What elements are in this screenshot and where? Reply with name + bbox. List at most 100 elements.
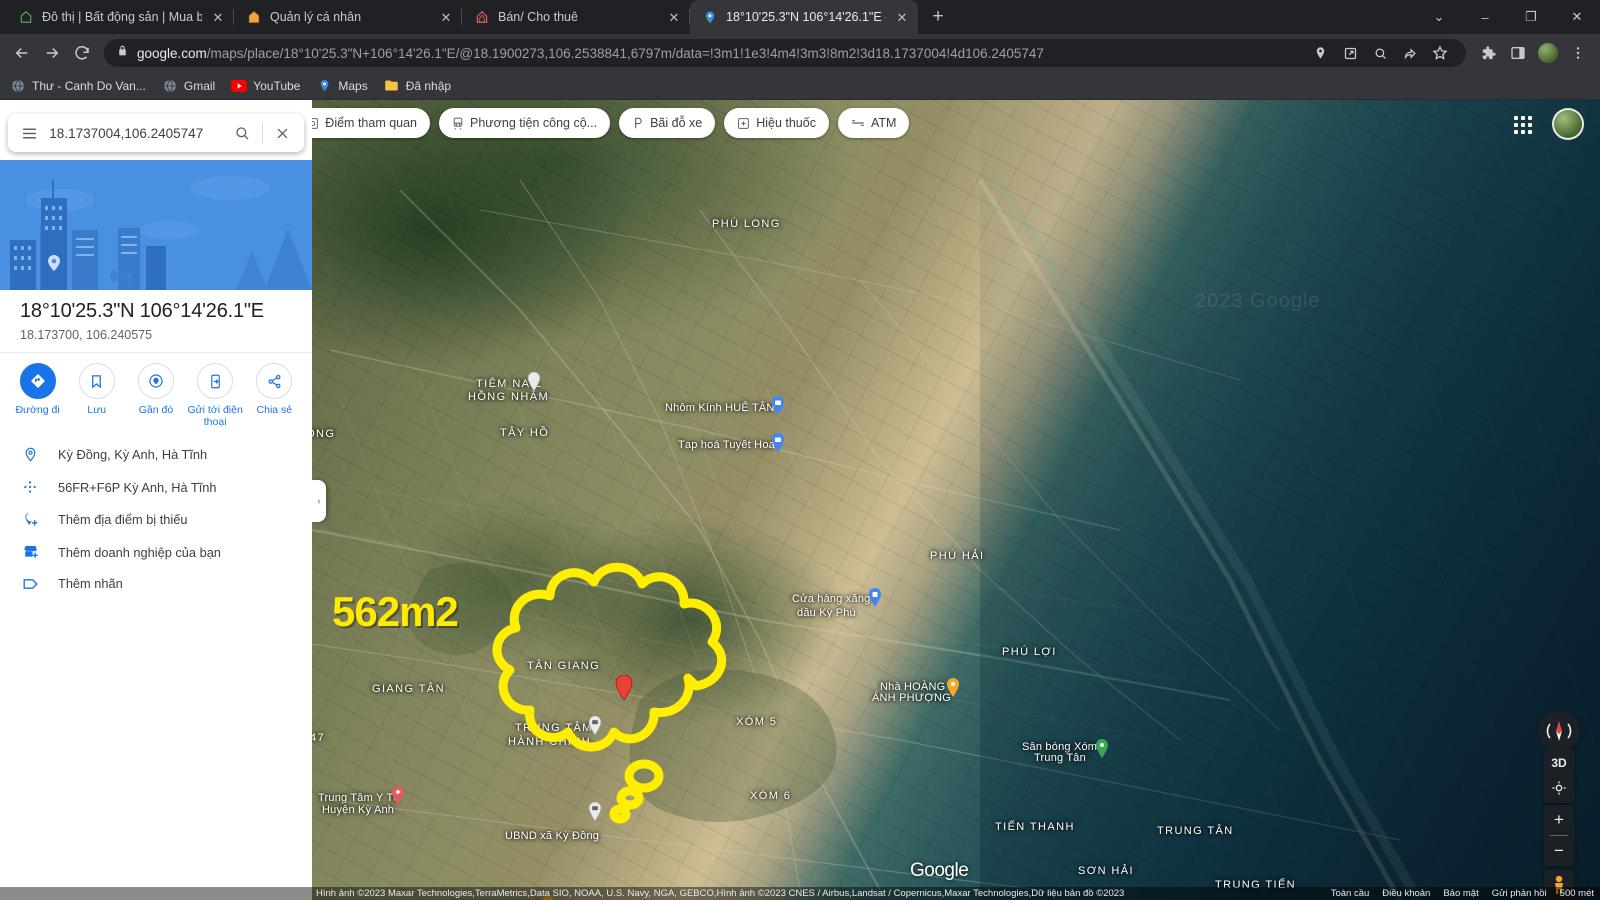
atm-icon [851, 118, 865, 128]
youtube-icon [231, 78, 247, 94]
browser-tab-4[interactable]: 18°10'25.3"N 106°14'26.1"E - Goo ✕ [690, 0, 918, 34]
place-coordinates: 18.173700, 106.240575 [20, 328, 292, 342]
sidebar-collapse-handle[interactable]: ‹ [312, 480, 326, 522]
link-feedback[interactable]: Gửi phản hồi [1492, 888, 1547, 899]
chip-label: ATM [871, 116, 896, 130]
tab-search-icon[interactable]: ⌄ [1416, 0, 1462, 34]
info-row-add-business[interactable]: Thêm doanh nghiệp của bạn [0, 536, 312, 568]
parking-icon [632, 116, 644, 130]
bookmark-icon [79, 363, 115, 399]
new-tab-button[interactable]: + [924, 3, 952, 31]
info-label: Thêm nhãn [58, 576, 123, 591]
bookmark-label: Gmail [184, 79, 215, 93]
close-icon[interactable]: ✕ [666, 9, 682, 25]
chip-transit[interactable]: Phương tiện công cộ... [439, 108, 610, 138]
close-icon[interactable]: ✕ [438, 9, 454, 25]
globe-icon [162, 78, 178, 94]
browser-tab-3[interactable]: Bán/ Cho thuê ✕ [462, 0, 690, 34]
bookmark-star-icon[interactable] [1426, 39, 1454, 67]
place-pin-icon [20, 446, 40, 463]
zoom-out-button[interactable]: − [1544, 836, 1574, 866]
share-icon[interactable] [1396, 39, 1424, 67]
bookmark-item[interactable]: Gmail [162, 78, 215, 94]
google-apps-icon[interactable] [1510, 112, 1536, 138]
info-row-address[interactable]: Kỳ Đồng, Kỳ Anh, Hà Tĩnh [0, 438, 312, 471]
home-red-icon [474, 9, 490, 25]
browser-tab-2[interactable]: Quản lý cá nhân ✕ [234, 0, 462, 34]
nearby-icon [138, 363, 174, 399]
chrome-menu-icon[interactable] [1564, 39, 1592, 67]
action-save[interactable]: Lưu [69, 363, 125, 428]
bookmark-label: Đã nhập [406, 79, 451, 93]
info-row-plus-code[interactable]: 56FR+F6P Kỳ Anh, Hà Tĩnh [0, 471, 312, 503]
clear-search-icon[interactable] [267, 117, 298, 149]
locate-button[interactable] [1544, 773, 1574, 803]
browser-toolbar: google.com/maps/place/18°10'25.3"N+106°1… [0, 34, 1600, 72]
search-icon[interactable] [1366, 39, 1394, 67]
side-panel-icon[interactable] [1504, 39, 1532, 67]
action-nearby[interactable]: Gần đó [128, 363, 184, 428]
minimize-button[interactable]: – [1462, 0, 1508, 34]
attribution-links: Toàn cầu Điều khoản Bảo mật Gửi phản hồi… [1331, 888, 1594, 899]
bookmark-item[interactable]: Thư - Canh Do Van... [10, 78, 146, 94]
google-maps-icon [702, 9, 718, 25]
menu-icon[interactable] [14, 117, 45, 149]
label-icon [20, 577, 40, 591]
place-marker-icon[interactable] [615, 675, 633, 700]
chip-label: Điểm tham quan [325, 116, 417, 130]
info-row-add-place[interactable]: Thêm địa điểm bị thiếu [0, 503, 312, 536]
close-icon[interactable]: ✕ [210, 9, 226, 25]
info-label: Kỳ Đồng, Kỳ Anh, Hà Tĩnh [58, 447, 207, 462]
search-bar[interactable] [8, 114, 304, 152]
info-row-add-label[interactable]: Thêm nhãn [0, 568, 312, 599]
bookmark-item[interactable]: YouTube [231, 78, 300, 94]
chip-atm[interactable]: ATM [838, 108, 909, 138]
search-icon[interactable] [226, 117, 257, 149]
home-orange-icon [246, 9, 262, 25]
folder-icon [384, 78, 400, 94]
pharmacy-icon [737, 117, 750, 130]
reload-icon[interactable] [68, 39, 96, 67]
action-label: Gần đó [139, 404, 173, 416]
bookmark-label: Maps [338, 79, 367, 93]
send-to-phone-icon [197, 363, 233, 399]
action-share[interactable]: Chia sẻ [246, 363, 302, 428]
close-window-button[interactable]: ✕ [1554, 0, 1600, 34]
action-directions[interactable]: Đường đi [10, 363, 66, 428]
link-terms[interactable]: Điều khoản [1382, 888, 1430, 899]
place-actions: Đường đi Lưu Gần đó [0, 352, 312, 440]
bookmark-item[interactable]: Maps [316, 78, 367, 94]
browser-tab-1[interactable]: Đô thị | Bất động sản | Mua bán n ✕ [6, 0, 234, 34]
close-icon[interactable]: ✕ [894, 9, 910, 25]
open-in-new-icon[interactable] [1336, 39, 1364, 67]
chip-parking[interactable]: Bãi đỗ xe [619, 108, 715, 138]
bookmark-item[interactable]: Đã nhập [384, 78, 451, 94]
location-pin-icon[interactable] [1306, 39, 1334, 67]
link-global[interactable]: Toàn cầu [1331, 888, 1370, 899]
maximize-button[interactable]: ❐ [1508, 0, 1554, 34]
forward-icon[interactable] [38, 39, 66, 67]
zoom-controls[interactable]: + − [1544, 805, 1574, 866]
back-icon[interactable] [8, 39, 36, 67]
link-privacy[interactable]: Bảo mật [1443, 888, 1478, 899]
search-input[interactable] [49, 126, 222, 141]
compass-icon[interactable] [1538, 710, 1580, 752]
info-label: Thêm doanh nghiệp của bạn [58, 545, 221, 560]
add-business-icon [20, 544, 40, 560]
url-text: google.com/maps/place/18°10'25.3"N+106°1… [137, 46, 1298, 61]
zoom-in-button[interactable]: + [1544, 805, 1574, 835]
page-title: 18°10'25.3"N 106°14'26.1"E [20, 300, 292, 323]
compass-control[interactable] [1538, 710, 1580, 752]
map-viewport[interactable]: 2023 Google ▾ Nhà hàng Khách sạn [0, 100, 1600, 900]
info-label: Thêm địa điểm bị thiếu [58, 512, 187, 527]
address-bar[interactable]: google.com/maps/place/18°10'25.3"N+106°1… [104, 39, 1466, 67]
transit-icon [452, 117, 464, 130]
scale-label: 500 mét [1560, 888, 1594, 899]
account-avatar[interactable] [1552, 108, 1584, 140]
chip-attractions[interactable]: Điểm tham quan [293, 108, 430, 138]
share-icon [256, 363, 292, 399]
profile-avatar[interactable] [1534, 39, 1562, 67]
action-send-to-phone[interactable]: Gửi tới điện thoại [187, 363, 243, 428]
chip-pharmacy[interactable]: Hiệu thuốc [724, 108, 829, 138]
extensions-icon[interactable] [1474, 39, 1502, 67]
